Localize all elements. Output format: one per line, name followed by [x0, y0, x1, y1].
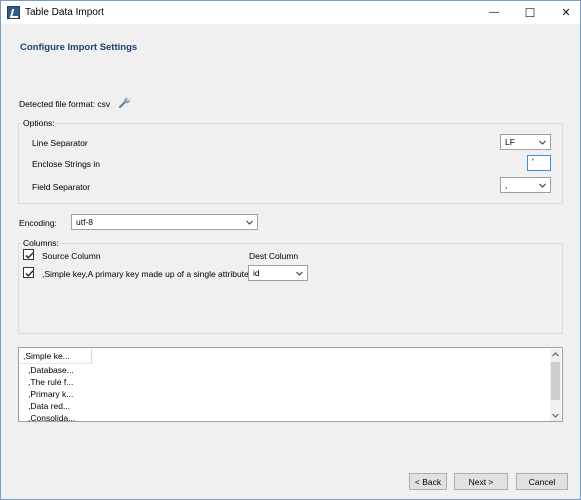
line-separator-label: Line Separator [32, 138, 88, 148]
scroll-thumb[interactable] [551, 362, 560, 400]
enclose-strings-input[interactable]: ' [527, 155, 551, 171]
list-item[interactable]: ,The rule f... [28, 377, 73, 387]
line-separator-select[interactable]: LF [500, 134, 551, 150]
enclose-strings-value: ' [532, 157, 534, 167]
encoding-label: Encoding: [19, 218, 57, 228]
close-button[interactable]: ✕ [548, 1, 581, 24]
dest-column-value: id [253, 268, 260, 278]
enclose-strings-label: Enclose Strings in [32, 159, 101, 169]
dest-column-select[interactable]: id [248, 265, 308, 281]
list-item[interactable]: ,Database... [28, 365, 74, 375]
scroll-up-button[interactable] [550, 349, 561, 360]
back-button[interactable]: < Back [409, 473, 447, 490]
encoding-value: utf-8 [76, 217, 94, 227]
chevron-down-icon [246, 220, 253, 225]
title-bar: Table Data Import — ☐ ✕ [1, 1, 580, 24]
field-separator-label: Field Separator [32, 182, 91, 192]
maximize-button[interactable]: ☐ [512, 1, 548, 24]
window-title: Table Data Import [25, 7, 104, 18]
chevron-down-icon [296, 271, 303, 276]
import-dialog: Table Data Import — ☐ ✕ Configure Import… [0, 0, 581, 500]
wrench-icon[interactable] [118, 97, 131, 109]
chevron-down-icon [552, 413, 559, 418]
checkmark-icon [25, 270, 34, 277]
source-column-name: ,Simple key,A primary key made up of a s… [42, 269, 249, 279]
chevron-up-icon [552, 352, 559, 357]
column-row-checkbox[interactable] [23, 267, 34, 278]
close-icon: ✕ [561, 7, 571, 19]
list-item[interactable]: ,Primary k... [28, 389, 73, 399]
scroll-down-button[interactable] [550, 410, 561, 421]
minimize-icon: — [489, 7, 499, 18]
field-separator-value: , [505, 180, 508, 190]
page-title: Configure Import Settings [20, 42, 138, 53]
maximize-icon: ☐ [524, 5, 536, 20]
data-preview-list[interactable]: ,Simple ke... ,Database... ,The rule f..… [18, 347, 563, 423]
line-separator-value: LF [505, 137, 515, 147]
source-column-header: Source Column [42, 251, 101, 261]
checkmark-icon [25, 252, 34, 259]
field-separator-select[interactable]: , [500, 177, 551, 193]
chevron-down-icon [539, 140, 546, 145]
dest-column-header: Dest Column [249, 251, 299, 261]
vertical-scrollbar[interactable] [550, 349, 561, 421]
select-all-checkbox[interactable] [23, 249, 34, 260]
workbench-app-icon [7, 6, 20, 19]
list-item[interactable]: ,Data red... [28, 401, 70, 411]
detected-format-label: Detected file format: csv [19, 99, 111, 109]
columns-legend: Columns: [23, 238, 59, 248]
cancel-button[interactable]: Cancel [516, 473, 568, 490]
list-item[interactable]: ,Consolida... [28, 413, 75, 423]
encoding-select[interactable]: utf-8 [71, 214, 258, 230]
options-legend: Options: [23, 118, 55, 128]
chevron-down-icon [539, 183, 546, 188]
next-button[interactable]: Next > [454, 473, 508, 490]
preview-column-header[interactable]: ,Simple ke... [20, 349, 92, 364]
minimize-button[interactable]: — [476, 1, 512, 24]
